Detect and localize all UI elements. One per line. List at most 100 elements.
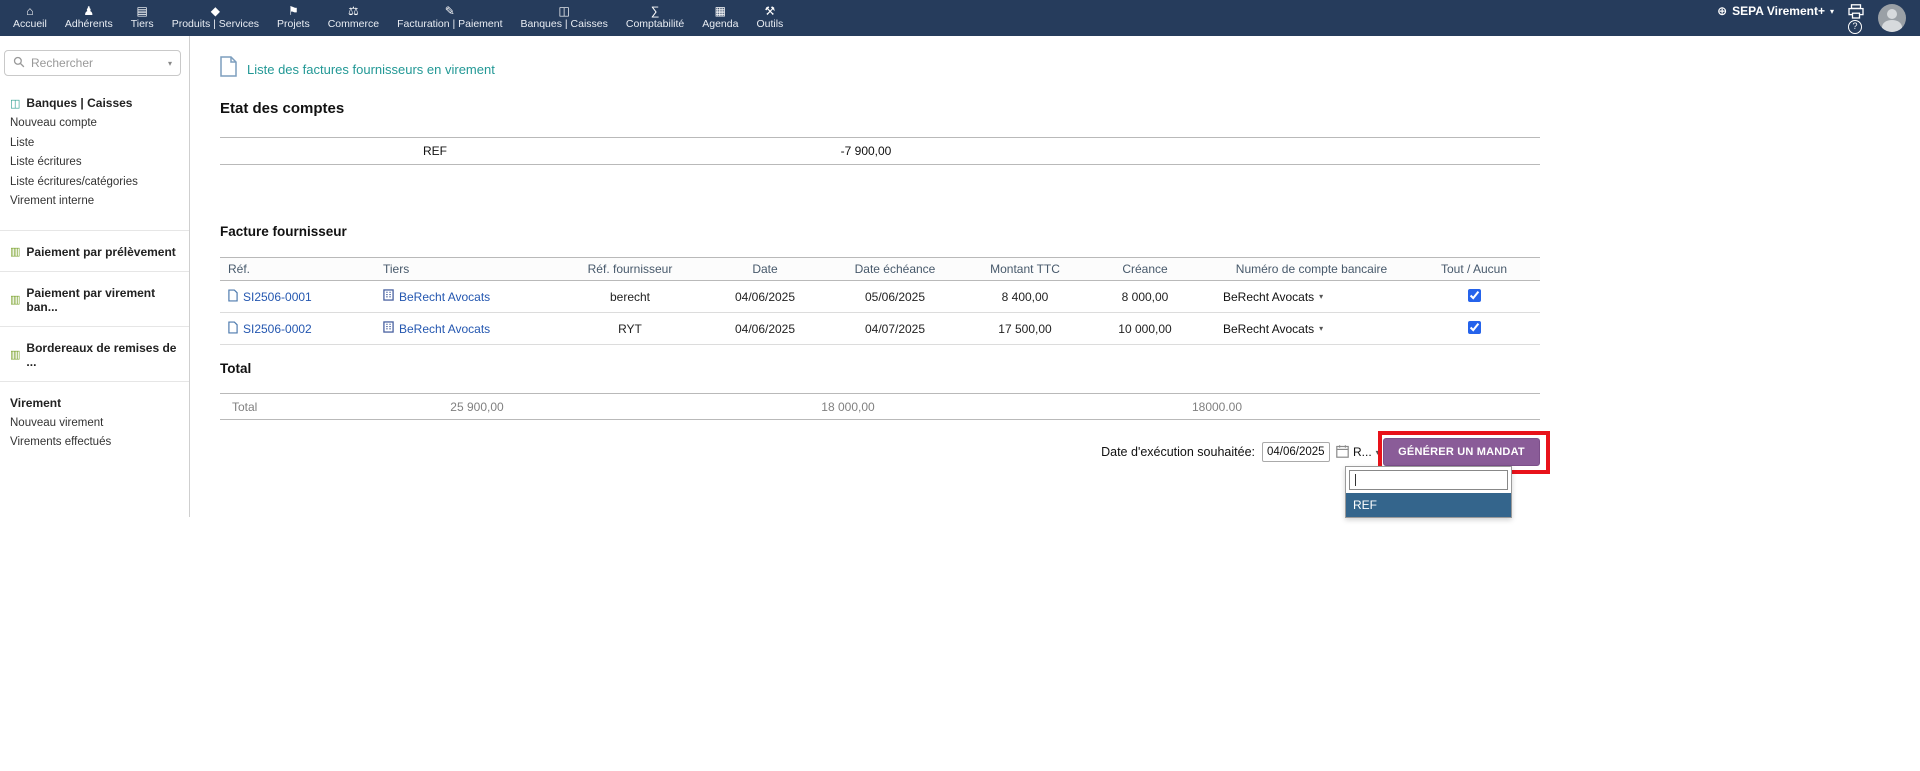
sidebar-search[interactable]: Rechercher ▾ (4, 50, 181, 76)
topnav-label: Accueil (13, 18, 47, 30)
thirdparty-link[interactable]: BeRecht Avocats (383, 321, 490, 336)
tools-icon: ⚒ (764, 4, 775, 18)
account-ref: REF (220, 144, 650, 158)
total-table: Total 25 900,00 18 000,00 18000.00 (220, 393, 1540, 420)
total-label: Total (232, 400, 257, 414)
sidebar-section-virement[interactable]: Virement (10, 390, 189, 414)
col-header-date-echeance: Date échéance (815, 262, 975, 276)
calendar-icon[interactable] (1336, 445, 1349, 463)
money-icon: ▥ (10, 348, 20, 361)
bank-account-select[interactable]: BeRecht Avocats ▾ (1223, 290, 1323, 304)
execution-date-input[interactable] (1262, 442, 1330, 462)
user-scope-label: SEPA Virement+ (1732, 4, 1825, 18)
topnav-item-produits-services[interactable]: ◆ Produits | Services (163, 0, 268, 36)
bank-account-select[interactable]: BeRecht Avocats ▾ (1223, 322, 1323, 336)
topnav-item-tiers[interactable]: ▤ Tiers (122, 0, 163, 36)
sidebar-item-nouveau-virement[interactable]: Nouveau virement (10, 414, 189, 434)
sidebar-section-title: Banques | Caisses (26, 96, 132, 110)
topnav-item-outils[interactable]: ⚒ Outils (747, 0, 792, 36)
sidebar-section-bordereaux[interactable]: ▥ Bordereaux de remises de ... (10, 335, 189, 373)
breadcrumb-link[interactable]: Liste des factures fournisseurs en virem… (247, 62, 495, 77)
chevron-down-icon: ▾ (1319, 292, 1323, 301)
sidebar-item-liste-ecritures-categories[interactable]: Liste écritures/catégories (10, 173, 189, 193)
topnav-label: Commerce (328, 18, 379, 30)
table-row: Total 25 900,00 18 000,00 18000.00 (220, 394, 1540, 419)
topnav-label: Tiers (131, 18, 154, 30)
accounts-table: REF -7 900,00 (220, 137, 1540, 165)
topnav-item-accueil[interactable]: ⌂ Accueil (4, 0, 56, 36)
supplier-ref-cell: berecht (545, 290, 715, 304)
generate-mandate-button[interactable]: GÉNÉRER UN MANDAT (1383, 438, 1540, 466)
row-checkbox[interactable] (1468, 289, 1481, 302)
topnav-item-commerce[interactable]: ⚖ Commerce (319, 0, 388, 36)
amount-ttc-cell: 8 400,00 (975, 290, 1075, 304)
col-header-ref-fournisseur: Réf. fournisseur (545, 262, 715, 276)
invoice-icon (228, 321, 238, 337)
sidebar-section-title: Paiement par virement ban... (26, 286, 189, 314)
sidebar-section-paiement-virement[interactable]: ▥ Paiement par virement ban... (10, 280, 189, 318)
topnav-item-agenda[interactable]: ▦ Agenda (693, 0, 747, 36)
bank-icon: ◫ (10, 97, 20, 110)
user-scope-dropdown[interactable]: ⊕ SEPA Virement+ ▾ (1717, 4, 1834, 18)
topnav-right-cluster: ⊕ SEPA Virement+ ▾ ? (1670, 0, 1920, 36)
sidebar-item-liste[interactable]: Liste (10, 134, 189, 154)
money-icon: ▥ (10, 293, 20, 306)
document-icon (220, 56, 237, 82)
table-header-row: Réf. Tiers Réf. fournisseur Date Date éc… (220, 257, 1540, 281)
search-icon (13, 56, 25, 71)
chevron-down-icon: ▾ (1830, 7, 1834, 16)
money-icon: ▥ (10, 245, 20, 258)
avatar[interactable] (1878, 4, 1906, 32)
total-selected: 18000.00 (1192, 400, 1242, 414)
execution-date-label: Date d'exécution souhaitée: (1101, 445, 1255, 459)
thirdparties-icon: ▤ (137, 4, 148, 18)
sidebar-item-liste-ecritures[interactable]: Liste écritures (10, 153, 189, 173)
col-header-montant-ttc: Montant TTC (975, 262, 1075, 276)
invoice-ref-link[interactable]: SI2506-0002 (228, 321, 312, 337)
total-creance: 18 000,00 (821, 400, 874, 414)
sidebar-section-paiement-prelevement[interactable]: ▥ Paiement par prélèvement (10, 239, 189, 263)
col-header-date: Date (715, 262, 815, 276)
topnav-item-adherents[interactable]: ♟ Adhérents (56, 0, 122, 36)
topnav-item-comptabilite[interactable]: ∑ Comptabilité (617, 0, 693, 36)
row-checkbox[interactable] (1468, 321, 1481, 334)
company-icon (383, 321, 394, 336)
bank-icon: ◫ (559, 4, 570, 18)
billing-icon: ✎ (445, 4, 455, 18)
help-icon[interactable]: ? (1848, 20, 1862, 34)
col-header-tout-aucun: Tout / Aucun (1408, 262, 1540, 276)
topnav-item-facturation-paiement[interactable]: ✎ Facturation | Paiement (388, 0, 511, 36)
due-date-cell: 05/06/2025 (815, 290, 975, 304)
topnav-item-projets[interactable]: ⚑ Projets (268, 0, 319, 36)
date-cell: 04/06/2025 (715, 290, 815, 304)
topnav-label: Banques | Caisses (521, 18, 608, 30)
topnav-item-banques-caisses[interactable]: ◫ Banques | Caisses (512, 0, 617, 36)
supplier-invoices-title: Facture fournisseur (220, 224, 347, 239)
invoice-ref-link[interactable]: SI2506-0001 (228, 289, 312, 305)
table-row: SI2506-0001 BeRecht Avocats berecht 04/0… (220, 281, 1540, 313)
creance-cell: 8 000,00 (1075, 290, 1215, 304)
account-balance: -7 900,00 (650, 144, 1082, 158)
sidebar-item-virements-effectues[interactable]: Virements effectués (10, 433, 189, 453)
globe-icon: ⊕ (1717, 4, 1727, 18)
accounts-title: Etat des comptes (220, 100, 344, 117)
col-header-ref: Réf. (220, 262, 375, 276)
account-select-dropdown: REF (1345, 466, 1512, 518)
due-date-cell: 04/07/2025 (815, 322, 975, 336)
sidebar-item-virement-interne[interactable]: Virement interne (10, 192, 189, 212)
target-account-select[interactable]: R... ▾ (1353, 445, 1380, 459)
text-cursor (1355, 474, 1356, 486)
dropdown-option-ref[interactable]: REF (1346, 493, 1511, 517)
sidebar-section-banques-caisses[interactable]: ◫ Banques | Caisses (10, 90, 189, 114)
sidebar-item-nouveau-compte[interactable]: Nouveau compte (10, 114, 189, 134)
topnav-label: Produits | Services (172, 18, 259, 30)
sidebar-section-title: Bordereaux de remises de ... (26, 341, 189, 369)
home-icon: ⌂ (26, 4, 33, 18)
table-row: REF -7 900,00 (220, 138, 1540, 164)
dropdown-search-input[interactable] (1349, 470, 1508, 490)
table-row: SI2506-0002 BeRecht Avocats RYT 04/06/20… (220, 313, 1540, 345)
thirdparty-link[interactable]: BeRecht Avocats (383, 289, 490, 304)
col-header-creance: Créance (1075, 262, 1215, 276)
company-icon (383, 289, 394, 304)
chevron-down-icon: ▾ (1376, 448, 1380, 457)
